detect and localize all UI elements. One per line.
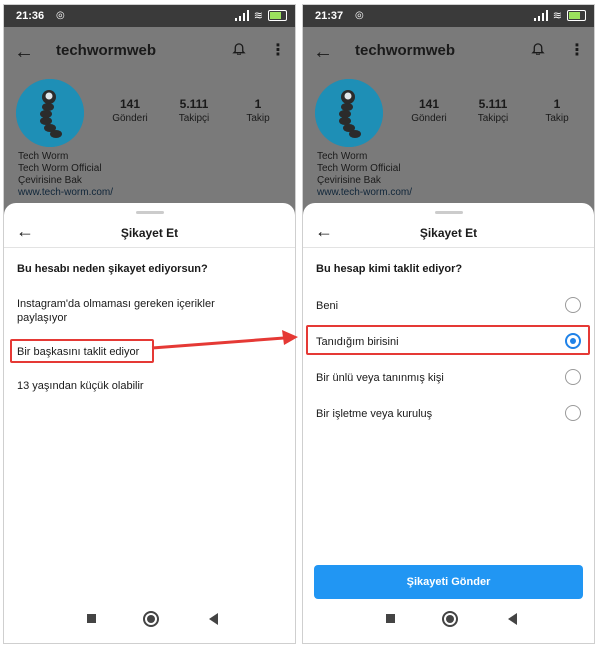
annotation-arrow	[151, 330, 298, 350]
